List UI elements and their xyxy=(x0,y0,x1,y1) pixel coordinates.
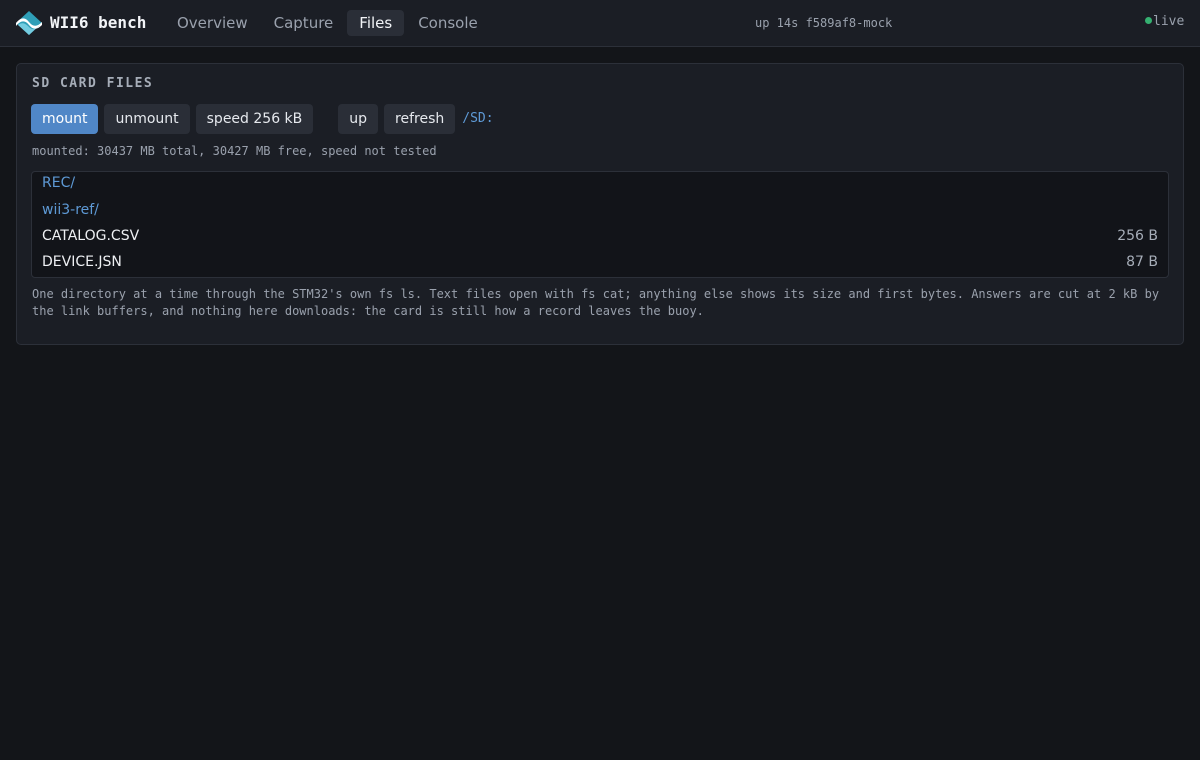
brand-title: WII6 bench xyxy=(50,13,147,32)
list-item[interactable]: CATALOG.CSV 256 B xyxy=(42,226,1158,246)
speed-test-button[interactable]: speed 256 kB xyxy=(195,104,314,134)
tab-overview[interactable]: Overview xyxy=(165,10,260,36)
live-label: live xyxy=(1153,14,1185,29)
file-name[interactable]: wii3-ref/ xyxy=(42,202,99,218)
current-path: /SD: xyxy=(462,111,494,126)
list-item[interactable]: REC/ xyxy=(42,173,1158,193)
file-toolbar: mount unmount speed 256 kB up refresh /S… xyxy=(31,104,494,134)
unmount-button[interactable]: unmount xyxy=(104,104,190,134)
main-nav: Overview Capture Files Console xyxy=(165,10,492,36)
sd-card-panel: SD CARD FILES mount unmount speed 256 kB… xyxy=(16,63,1184,345)
status-dot-icon xyxy=(1145,17,1152,24)
wave-logo-icon xyxy=(16,11,42,35)
file-name[interactable]: CATALOG.CSV xyxy=(42,228,139,244)
list-item[interactable]: wii3-ref/ xyxy=(42,200,1158,220)
file-size: 87 B xyxy=(1126,254,1158,270)
help-note: One directory at a time through the STM3… xyxy=(32,287,1160,318)
tab-files[interactable]: Files xyxy=(347,10,405,36)
tab-console[interactable]: Console xyxy=(406,10,490,36)
list-item[interactable]: DEVICE.JSN 87 B xyxy=(42,252,1158,272)
refresh-button[interactable]: refresh xyxy=(384,104,456,134)
file-name[interactable]: REC/ xyxy=(42,175,75,191)
file-list: REC/ wii3-ref/ CATALOG.CSV 256 B DEVICE.… xyxy=(31,171,1169,278)
mount-info: mounted: 30437 MB total, 30427 MB free, … xyxy=(32,144,437,158)
tab-capture[interactable]: Capture xyxy=(262,10,346,36)
file-size: 256 B xyxy=(1117,228,1158,244)
live-indicator: live xyxy=(1145,14,1184,30)
panel-title: SD CARD FILES xyxy=(32,76,154,91)
mount-button[interactable]: mount xyxy=(31,104,99,134)
uptime-status: up 14s f589af8-mock xyxy=(755,16,893,30)
top-bar: WII6 bench Overview Capture Files Consol… xyxy=(0,0,1200,47)
file-name[interactable]: DEVICE.JSN xyxy=(42,254,122,270)
up-button[interactable]: up xyxy=(338,104,379,134)
